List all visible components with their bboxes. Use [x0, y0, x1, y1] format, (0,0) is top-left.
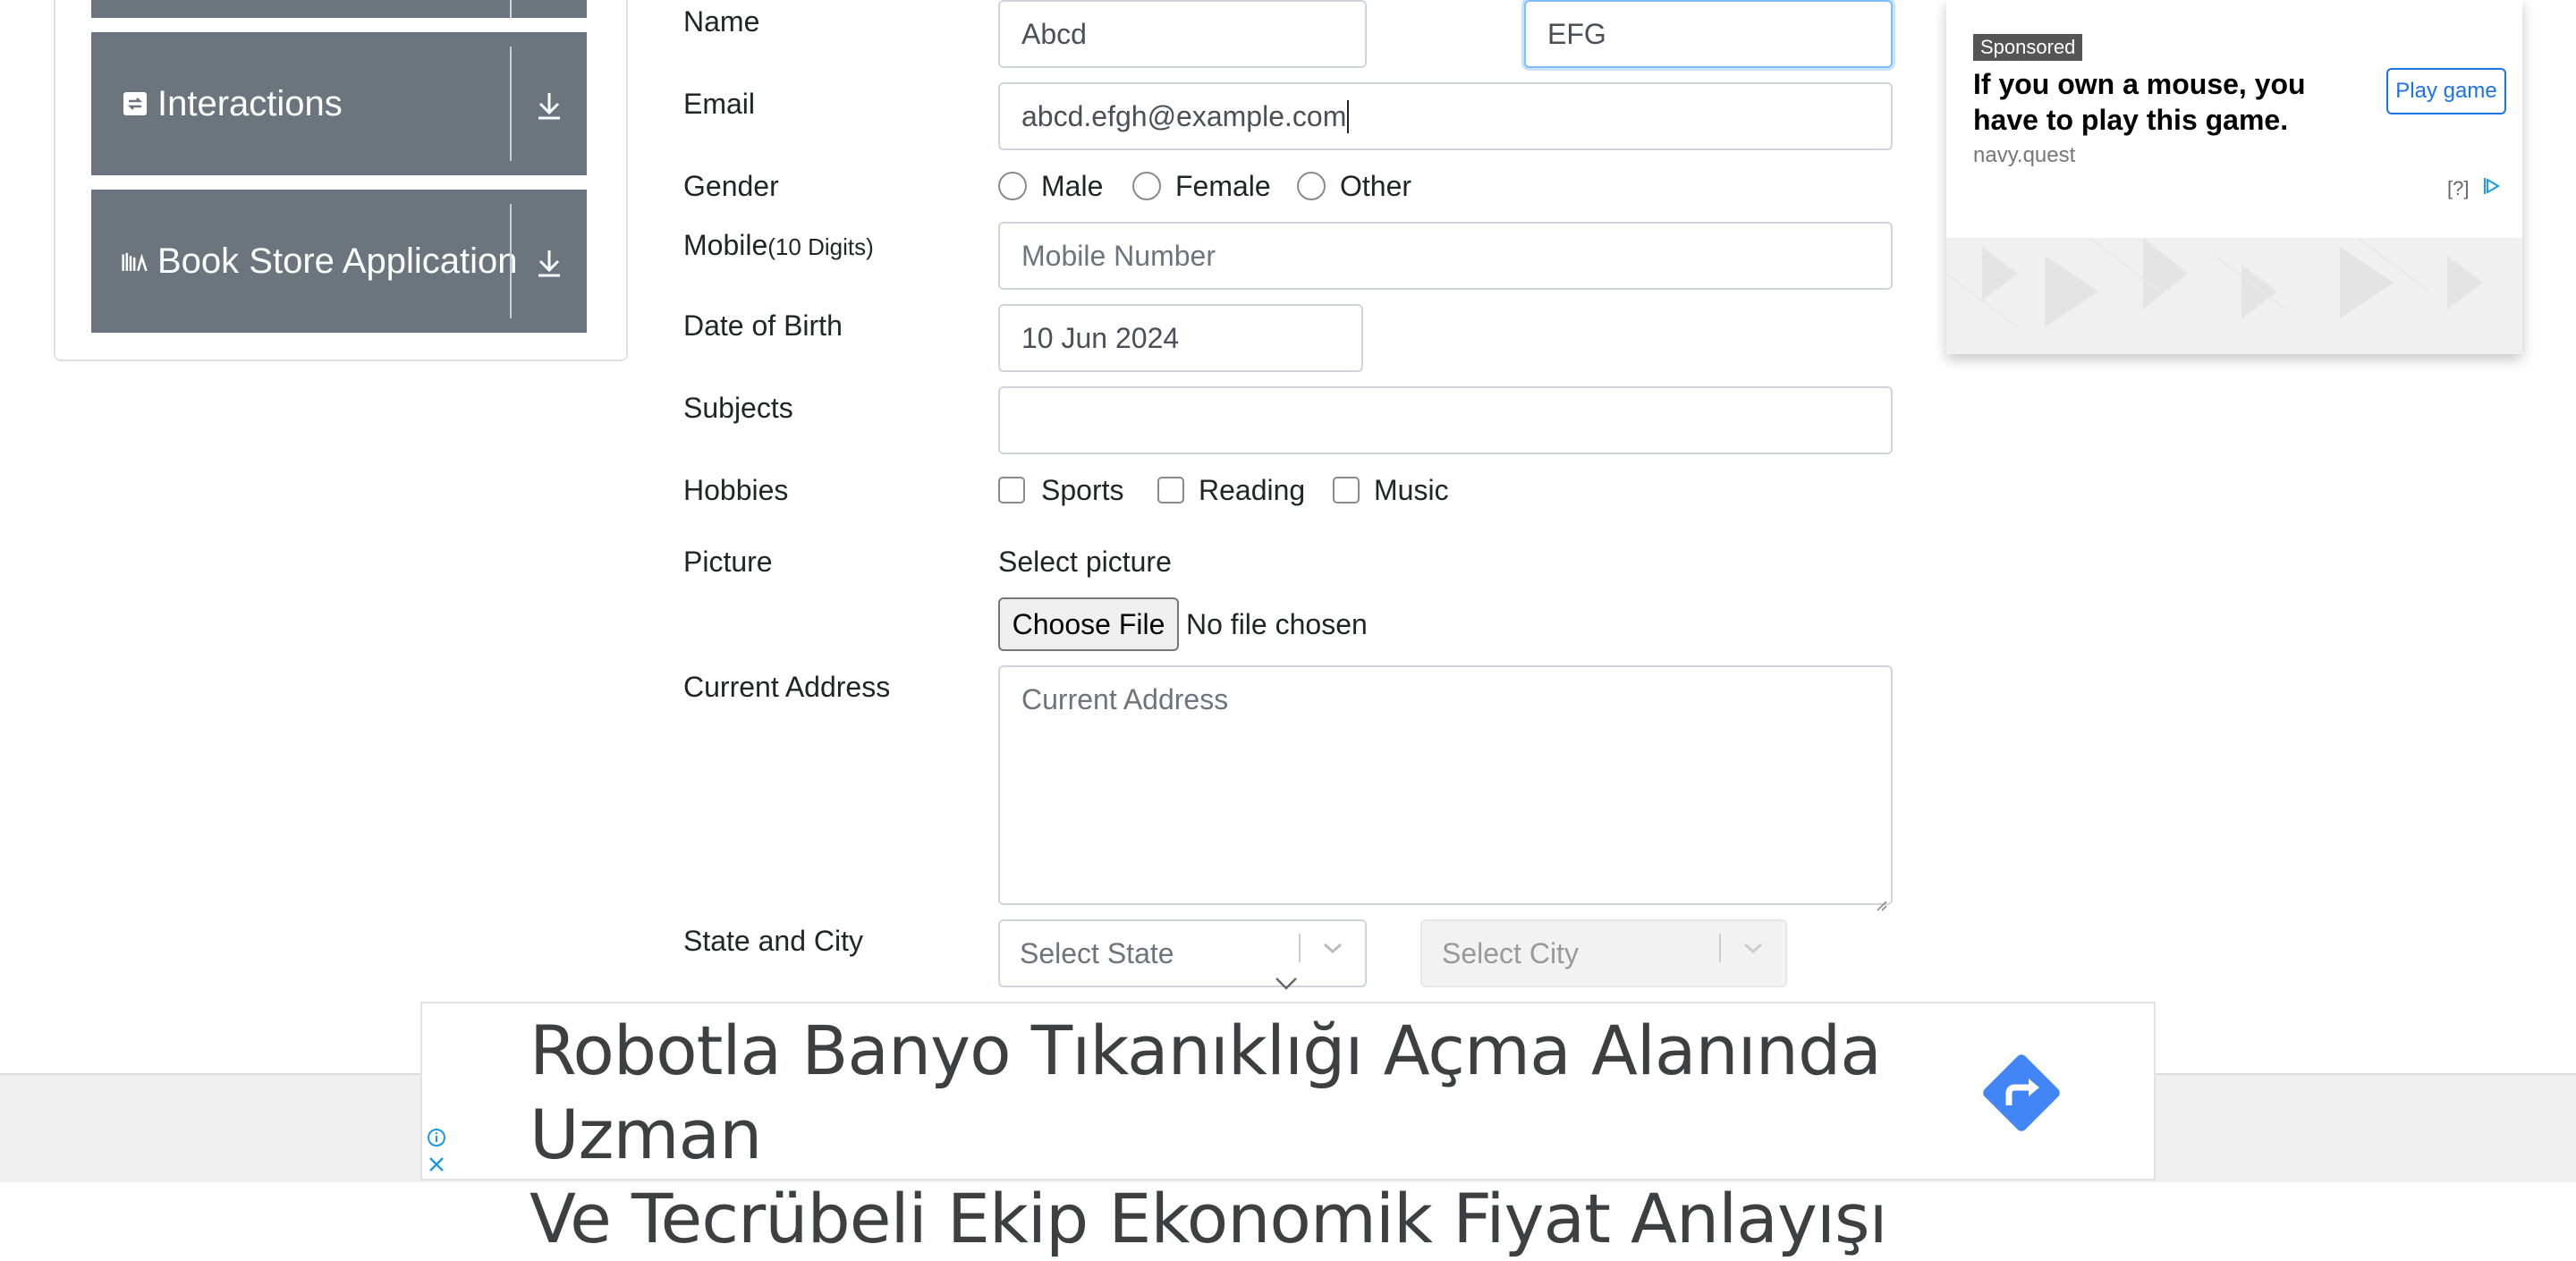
- last-name-field[interactable]: EFG: [1524, 0, 1893, 68]
- hobby-option-label[interactable]: Sports: [1041, 474, 1123, 507]
- ad-image[interactable]: [1946, 238, 2522, 354]
- download-icon[interactable]: [530, 243, 569, 283]
- sidebar-item-label: Book Store Application: [157, 241, 518, 281]
- close-icon[interactable]: [426, 1154, 447, 1175]
- current-address-textarea[interactable]: Current Address: [998, 665, 1893, 911]
- picture-label: Picture: [683, 546, 773, 578]
- hobbies-label: Hobbies: [683, 474, 789, 506]
- address-placeholder: Current Address: [1021, 683, 1229, 715]
- gender-option-label[interactable]: Female: [1175, 170, 1271, 203]
- gender-label: Gender: [683, 170, 779, 202]
- directions-arrow-icon[interactable]: [1977, 1048, 2066, 1138]
- resize-handle-icon[interactable]: [1873, 885, 1887, 911]
- mobile-label: Mobile(10 Digits): [683, 229, 874, 262]
- hobby-checkbox-sports[interactable]: [998, 477, 1025, 504]
- choose-file-button[interactable]: Choose File: [998, 597, 1179, 651]
- ad-title[interactable]: If you own a mouse, you have to play thi…: [1973, 66, 2367, 138]
- hobby-option-label[interactable]: Reading: [1199, 474, 1305, 507]
- banner-text[interactable]: Robotla Banyo Tıkanıklığı Açma Alanında …: [530, 1009, 1925, 1261]
- state-select[interactable]: Select State: [998, 919, 1367, 987]
- sidebar-item-interactions[interactable]: Interactions: [91, 32, 587, 175]
- mobile-label-text: Mobile: [683, 229, 768, 261]
- bottom-ad-banner[interactable]: Robotla Banyo Tıkanıklığı Açma Alanında …: [420, 1002, 2156, 1258]
- ad-domain: navy.quest: [1973, 143, 2076, 167]
- sidebar-item-label: Interactions: [157, 83, 343, 123]
- download-icon[interactable]: [530, 86, 569, 125]
- first-name-value: Abcd: [1021, 17, 1087, 50]
- city-select: Select City: [1420, 919, 1787, 987]
- email-label: Email: [683, 88, 756, 120]
- sponsored-badge: Sponsored: [1973, 34, 2083, 61]
- subjects-input[interactable]: [998, 386, 1893, 454]
- first-name-field[interactable]: Abcd: [998, 0, 1367, 68]
- sidebar-item-book-store[interactable]: Book Store Application: [91, 190, 587, 333]
- banner-line-2: Ve Tecrübeli Ekip Ekonomik Fiyat Anlayış…: [530, 1179, 1888, 1258]
- divider: [510, 47, 512, 161]
- info-icon[interactable]: [426, 1127, 447, 1148]
- ad-help-link[interactable]: [?]: [2447, 177, 2469, 200]
- select-picture-label: Select picture: [998, 546, 1172, 578]
- state-city-label: State and City: [683, 925, 863, 957]
- chevron-down-icon: [1719, 934, 1785, 962]
- mobile-placeholder: Mobile Number: [1021, 239, 1216, 272]
- sponsored-ad[interactable]: Sponsored If you own a mouse, you have t…: [1946, 0, 2522, 354]
- sidebar-item-previous[interactable]: [91, 0, 587, 18]
- current-address-label: Current Address: [683, 671, 891, 703]
- gender-option-label[interactable]: Male: [1041, 170, 1103, 203]
- email-field[interactable]: abcd.efgh@example.com: [998, 82, 1893, 150]
- play-game-button[interactable]: Play game: [2386, 68, 2506, 114]
- mobile-field[interactable]: Mobile Number: [998, 222, 1893, 290]
- gender-radio-female[interactable]: [1132, 172, 1161, 200]
- file-status: No file chosen: [1186, 608, 1368, 640]
- date-of-birth-field[interactable]: 10 Jun 2024: [998, 304, 1363, 372]
- gender-radio-male[interactable]: [998, 172, 1027, 200]
- hobby-checkbox-reading[interactable]: [1157, 477, 1184, 504]
- banner-line-1: Robotla Banyo Tıkanıklığı Açma Alanında …: [530, 1011, 1882, 1174]
- divider: [510, 0, 512, 18]
- gender-radio-other[interactable]: [1297, 172, 1326, 200]
- dob-label: Date of Birth: [683, 309, 843, 342]
- dob-value: 10 Jun 2024: [1021, 321, 1180, 354]
- state-placeholder: Select State: [1020, 936, 1174, 969]
- last-name-value: EFG: [1547, 17, 1606, 50]
- chevron-down-icon[interactable]: [1299, 934, 1365, 962]
- divider: [510, 204, 512, 318]
- hobby-checkbox-music[interactable]: [1333, 477, 1360, 504]
- hobby-option-label[interactable]: Music: [1374, 474, 1449, 507]
- chevron-down-icon[interactable]: [1274, 975, 1299, 993]
- interactions-icon: [122, 90, 148, 117]
- email-value: abcd.efgh@example.com: [1021, 99, 1350, 133]
- name-label: Name: [683, 5, 760, 38]
- adchoices-icon[interactable]: [2481, 175, 2503, 197]
- mobile-hint: (10 Digits): [767, 233, 874, 260]
- subjects-label: Subjects: [683, 392, 793, 424]
- city-placeholder: Select City: [1442, 936, 1579, 969]
- books-icon: [122, 248, 148, 275]
- gender-option-label[interactable]: Other: [1340, 170, 1411, 203]
